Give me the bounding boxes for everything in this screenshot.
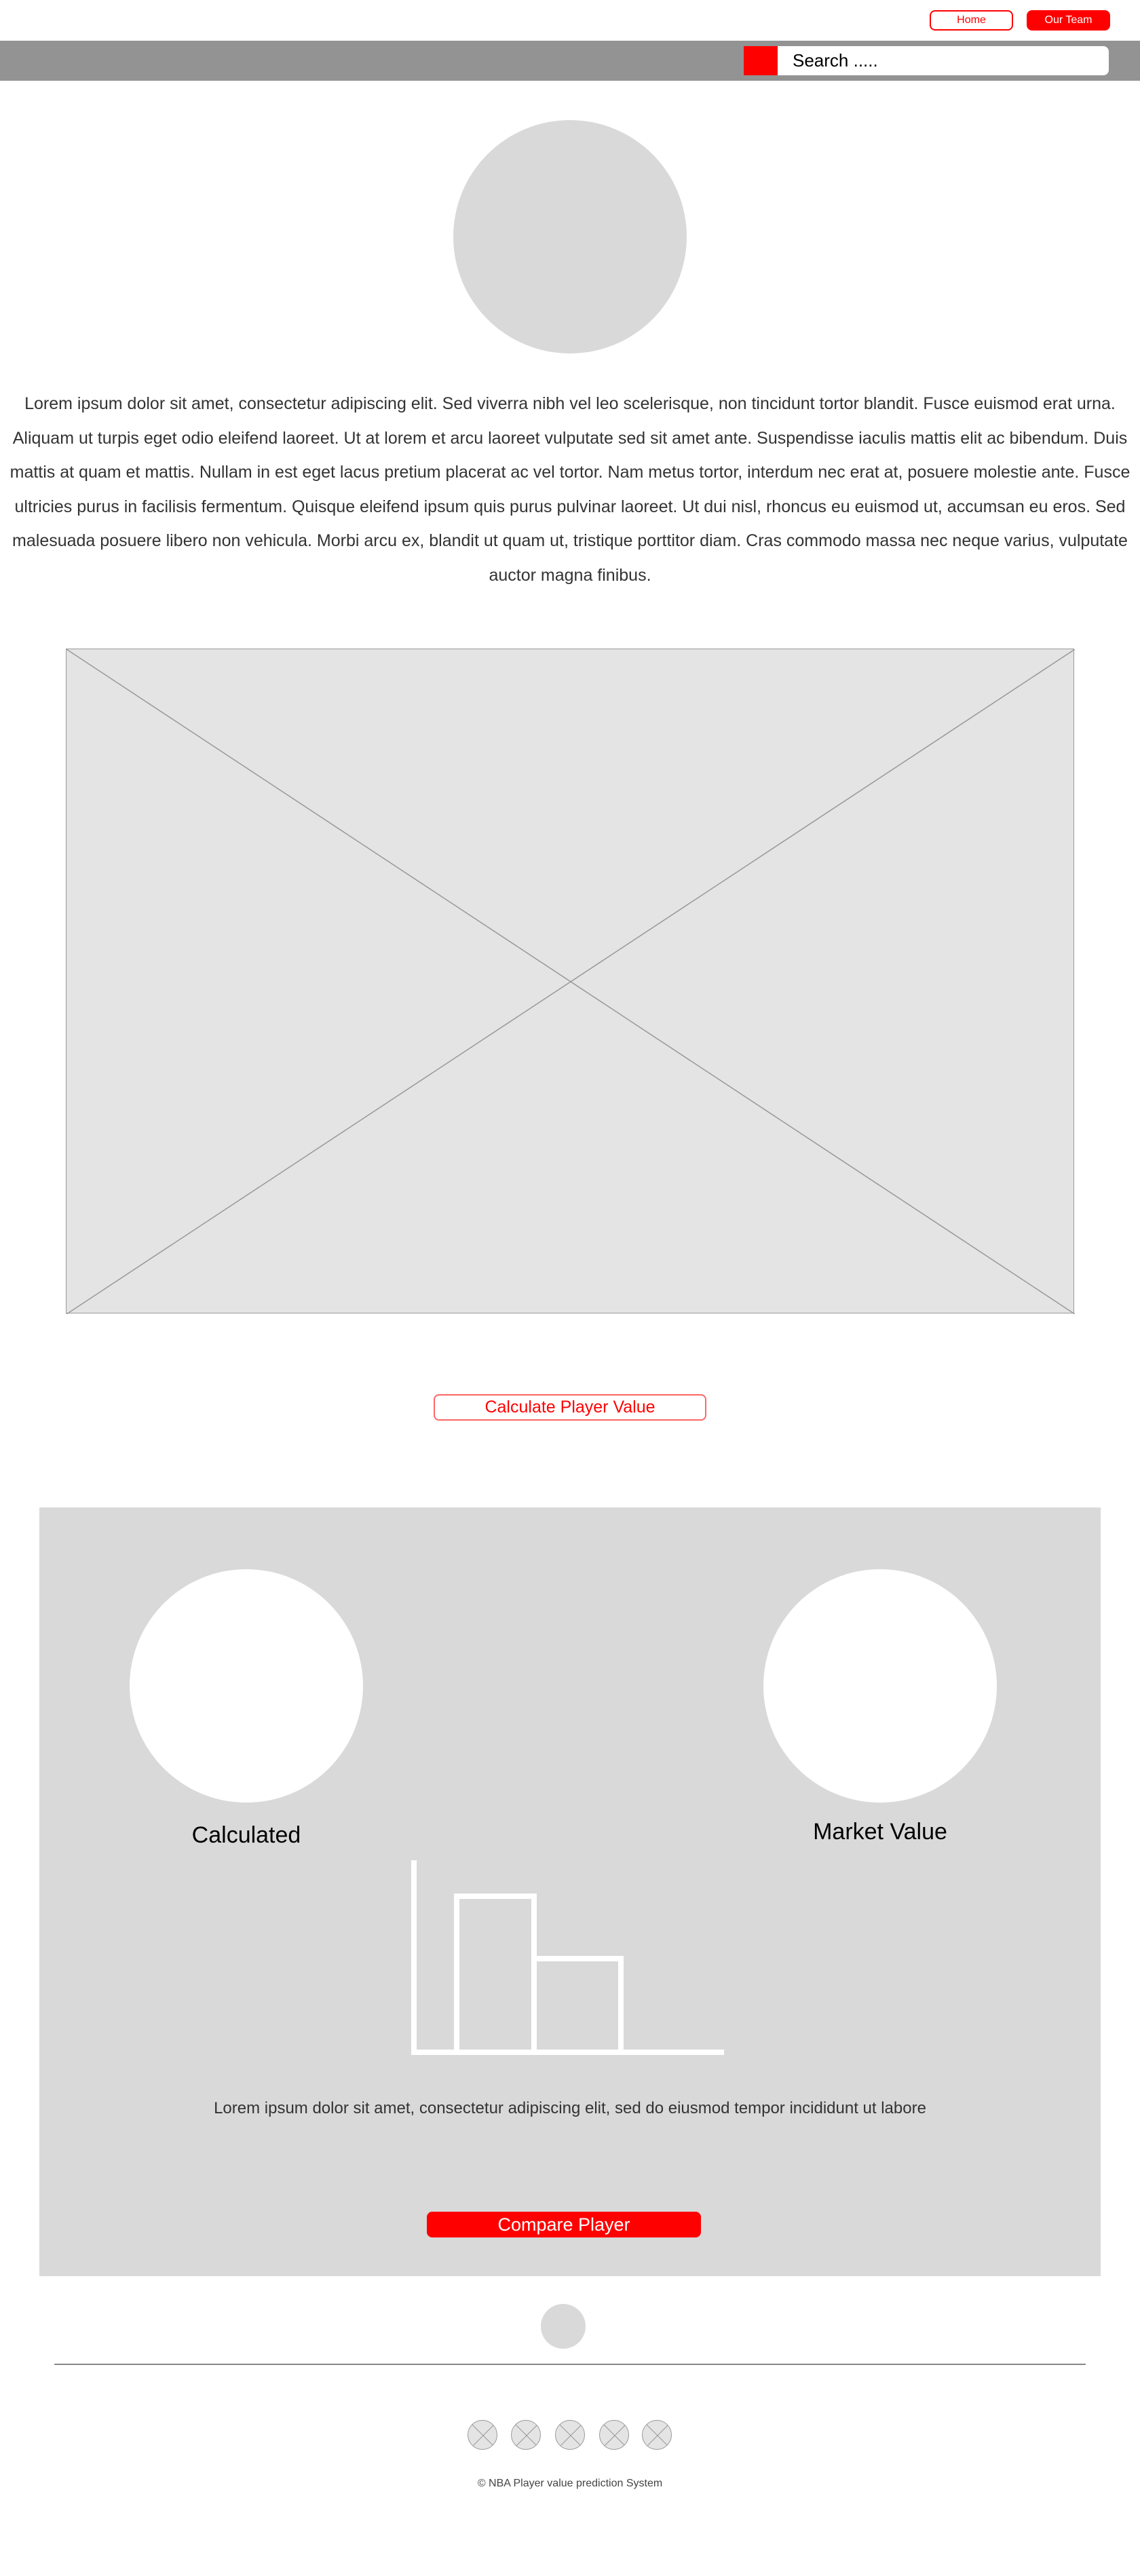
footer-copyright: © NBA Player value prediction System bbox=[477, 2478, 663, 2489]
footer-logo bbox=[541, 2304, 586, 2349]
results-text: Lorem ipsum dolor sit amet, consectetur … bbox=[214, 2099, 926, 2117]
calculated-label: Calculated bbox=[191, 1822, 301, 1848]
compare-player-button[interactable]: Compare Player bbox=[427, 2212, 701, 2237]
footer-divider bbox=[54, 2364, 1086, 2365]
home-button[interactable]: Home bbox=[930, 10, 1013, 31]
market-value-label: Market Value bbox=[813, 1819, 947, 1845]
bar-chart-icon bbox=[411, 1860, 724, 2055]
image-placeholder bbox=[66, 649, 1075, 1314]
image-placeholder-icon bbox=[66, 649, 1075, 1314]
calculate-player-value-button[interactable]: Calculate Player Value bbox=[434, 1394, 706, 1421]
social-icon-3[interactable] bbox=[555, 2420, 585, 2450]
search-input[interactable] bbox=[778, 46, 1109, 75]
market-value-circle bbox=[763, 1569, 997, 1803]
social-icon-5[interactable] bbox=[642, 2420, 672, 2450]
social-icon-1[interactable] bbox=[468, 2420, 497, 2450]
calculated-value-circle bbox=[130, 1569, 363, 1803]
search-icon[interactable] bbox=[744, 46, 778, 75]
intro-paragraph: Lorem ipsum dolor sit amet, consectetur … bbox=[10, 394, 1130, 585]
player-avatar bbox=[453, 120, 687, 353]
social-icon-4[interactable] bbox=[599, 2420, 629, 2450]
our-team-button[interactable]: Our Team bbox=[1027, 10, 1110, 31]
social-icon-2[interactable] bbox=[511, 2420, 541, 2450]
